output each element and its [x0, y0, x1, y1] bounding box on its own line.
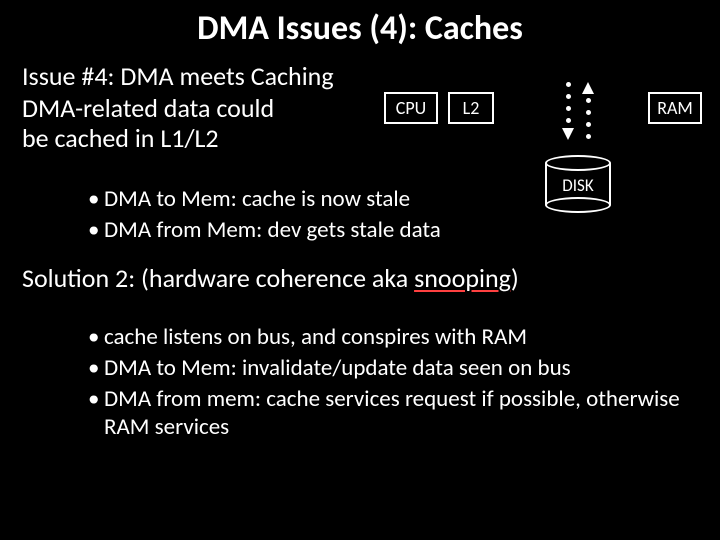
- ram-box: RAM: [648, 92, 702, 124]
- slide-root: DMA Issues (4): Caches Issue #4: DMA mee…: [0, 0, 720, 540]
- solution-prefix: Solution 2: (hardware coherence aka: [22, 262, 414, 294]
- cpu-box: CPU: [384, 92, 438, 124]
- list-item: DMA from Mem: dev gets stale data: [88, 216, 558, 245]
- l2-box: L2: [448, 92, 494, 124]
- arrow-down-icon: [562, 128, 574, 140]
- solution-snoop: snooping: [414, 262, 511, 294]
- list-item: DMA to Mem: invalidate/update data seen …: [88, 354, 720, 383]
- desc-line-1: DMA-related data could: [22, 94, 382, 123]
- list-item: DMA from mem: cache services request if …: [88, 385, 720, 443]
- bullet-list-2: cache listens on bus, and conspires with…: [48, 323, 720, 444]
- arrow-up-icon: [582, 82, 594, 94]
- list-item: cache listens on bus, and conspires with…: [88, 323, 720, 352]
- solution-heading: Solution 2: (hardware coherence aka snoo…: [22, 262, 702, 294]
- issue-heading: Issue #4: DMA meets Caching: [22, 62, 702, 91]
- disk-cylinder: DISK: [545, 155, 611, 213]
- bullet-list-1: DMA to Mem: cache is now stale DMA from …: [48, 185, 558, 247]
- slide-title: DMA Issues (4): Caches: [0, 8, 720, 49]
- desc-line-2: be cached in L1/L2: [22, 124, 382, 153]
- list-item: DMA to Mem: cache is now stale: [88, 185, 558, 214]
- solution-suffix: ): [511, 262, 519, 294]
